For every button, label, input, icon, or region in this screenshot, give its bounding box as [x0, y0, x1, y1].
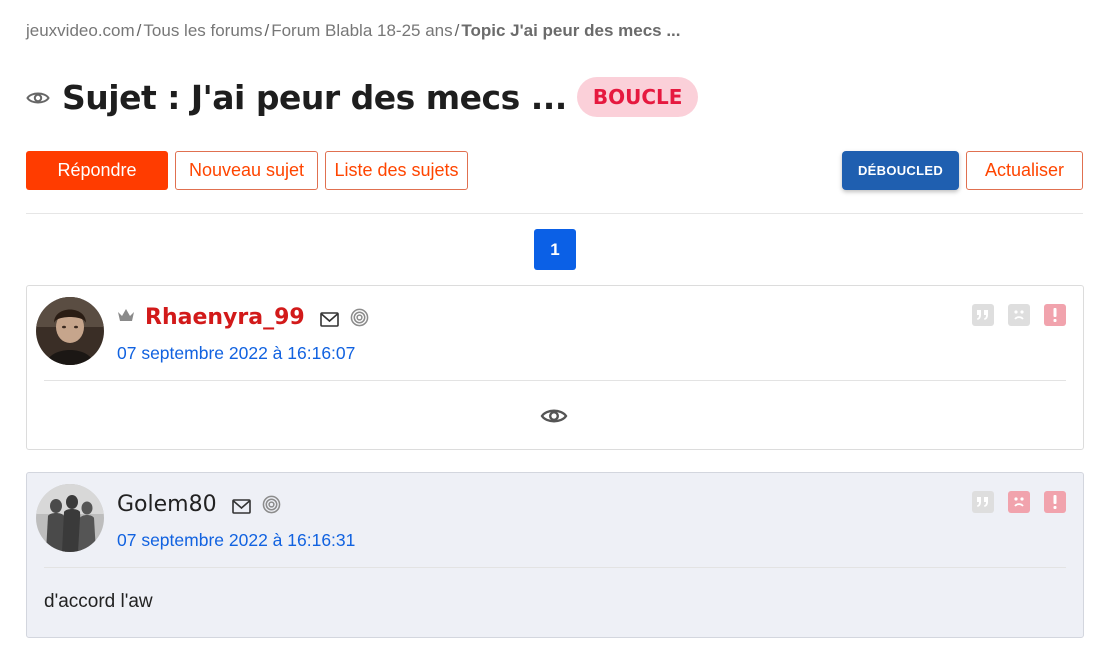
reply-button[interactable]: Répondre: [26, 151, 168, 190]
pagination-page-current[interactable]: 1: [534, 229, 576, 270]
post-divider: [44, 380, 1066, 381]
mail-icon[interactable]: [319, 311, 339, 327]
eye-icon[interactable]: [26, 86, 50, 110]
alert-icon: [1053, 495, 1057, 509]
post-author-name[interactable]: Rhaenyra_99: [145, 305, 305, 330]
mail-icon[interactable]: [231, 498, 251, 514]
breadcrumb: jeuxvideo.com / Tous les forums / Forum Blab…: [26, 21, 681, 41]
spiral-icon[interactable]: [350, 308, 369, 327]
post-author-name[interactable]: Golem80: [117, 492, 217, 517]
status-badge: BOUCLE: [576, 77, 699, 117]
quote-button[interactable]: [972, 491, 994, 513]
refresh-button[interactable]: Actualiser: [966, 151, 1083, 190]
sad-face-icon: [1014, 310, 1024, 320]
avatar[interactable]: [36, 297, 104, 365]
crown-icon: [118, 309, 134, 321]
post-date-link[interactable]: 07 septembre 2022 à 16:16:07: [117, 343, 355, 364]
page-title: Sujet : J'ai peur des mecs ...: [62, 77, 567, 117]
avatar[interactable]: [36, 484, 104, 552]
post-author-row: Golem80: [117, 489, 281, 519]
quote-button[interactable]: [972, 304, 994, 326]
post-item: Rhaenyra_99 07 septembre 2022 à 16:16:07: [26, 285, 1084, 450]
breadcrumb-separator: /: [136, 21, 142, 40]
post-content: d'accord l'aw: [44, 591, 153, 612]
post-author-row: Rhaenyra_99: [117, 302, 369, 332]
sad-button[interactable]: [1008, 491, 1030, 513]
eye-icon[interactable]: [540, 402, 568, 430]
sad-button[interactable]: [1008, 304, 1030, 326]
post-actions: [972, 491, 1066, 513]
post-date-link[interactable]: 07 septembre 2022 à 16:16:31: [117, 530, 355, 551]
alert-button[interactable]: [1044, 491, 1066, 513]
quote-icon: [977, 497, 988, 507]
deboucled-button[interactable]: DÉBOUCLED: [842, 151, 959, 190]
post-item: Golem80 07 septembre 2022 à 16:16:31 d'a…: [26, 472, 1084, 638]
topic-header: Sujet : J'ai peur des mecs ... BOUCLE: [26, 76, 699, 118]
post-divider: [44, 567, 1066, 568]
sad-face-icon: [1014, 497, 1024, 507]
breadcrumb-current: Topic J'ai peur des mecs ...: [461, 21, 681, 40]
post-actions: [972, 304, 1066, 326]
breadcrumb-forums-link[interactable]: Tous les forums: [143, 21, 262, 40]
spiral-icon[interactable]: [262, 495, 281, 514]
alert-icon: [1053, 308, 1057, 322]
alert-button[interactable]: [1044, 304, 1066, 326]
breadcrumb-separator: /: [454, 21, 460, 40]
quote-icon: [977, 310, 988, 320]
new-topic-button[interactable]: Nouveau sujet: [175, 151, 318, 190]
topic-list-button[interactable]: Liste des sujets: [325, 151, 468, 190]
breadcrumb-forum-link[interactable]: Forum Blabla 18-25 ans: [271, 21, 452, 40]
breadcrumb-separator: /: [264, 21, 270, 40]
breadcrumb-home-link[interactable]: jeuxvideo.com: [26, 21, 135, 40]
toolbar-divider: [26, 213, 1083, 214]
